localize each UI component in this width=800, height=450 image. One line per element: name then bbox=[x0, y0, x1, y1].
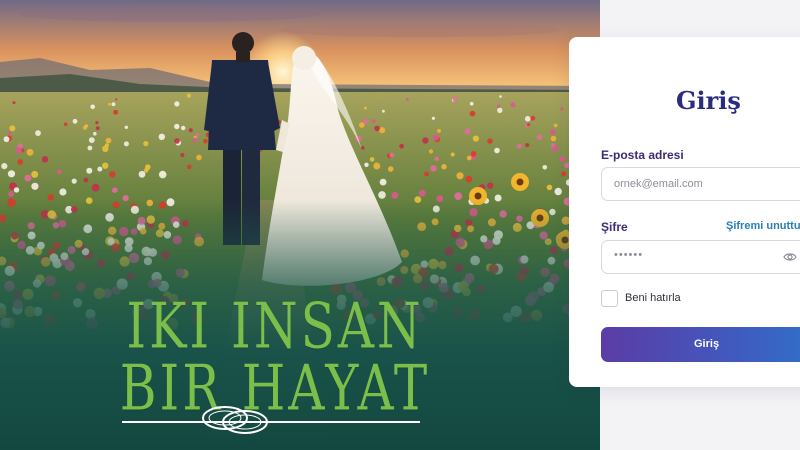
login-button[interactable]: Giriş bbox=[601, 327, 800, 362]
remember-me-checkbox[interactable] bbox=[601, 290, 618, 307]
wedding-rings-icon bbox=[202, 406, 268, 434]
forgot-password-link[interactable]: Şifremi unuttun bbox=[726, 220, 800, 232]
email-label: E-posta adresi bbox=[601, 148, 684, 162]
email-placeholder: ornek@email.com bbox=[614, 178, 703, 190]
hero-title-line-1: IKI INSAN bbox=[126, 289, 424, 363]
title-underline bbox=[122, 421, 420, 423]
login-title: Giriş bbox=[676, 86, 741, 115]
password-field[interactable]: •••••• bbox=[601, 240, 800, 274]
password-value: •••••• bbox=[614, 249, 644, 261]
login-button-label: Giriş bbox=[694, 338, 720, 350]
hero-title-line-2: BIR HAYAT bbox=[119, 351, 431, 425]
hero-title: IKI INSAN BIR HAYAT bbox=[110, 289, 440, 421]
email-field[interactable]: ornek@email.com bbox=[601, 167, 800, 201]
remember-me-label[interactable]: Beni hatırla bbox=[625, 292, 681, 304]
hero-panel: IKI INSAN BIR HAYAT bbox=[0, 0, 600, 450]
password-label: Şifre bbox=[601, 220, 628, 234]
eye-icon[interactable] bbox=[783, 251, 797, 263]
